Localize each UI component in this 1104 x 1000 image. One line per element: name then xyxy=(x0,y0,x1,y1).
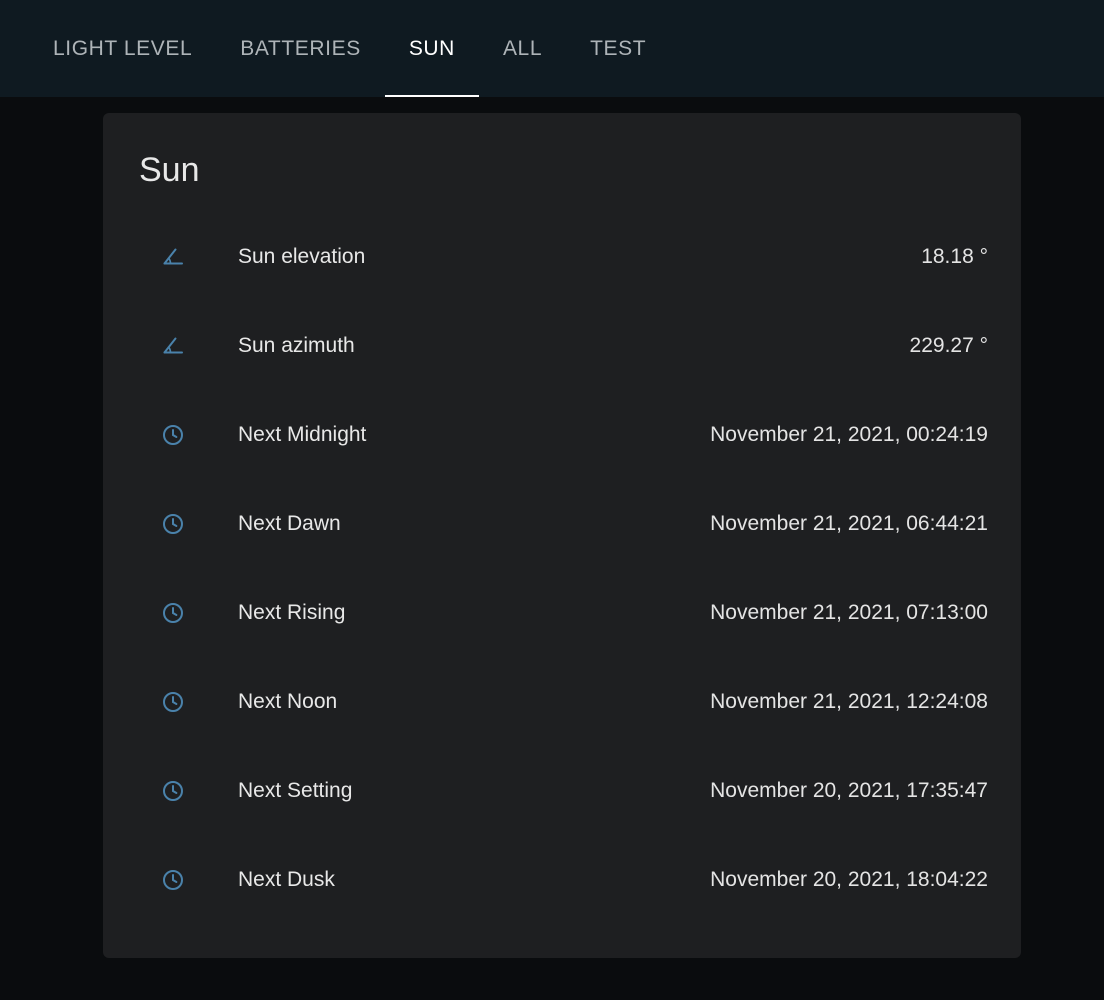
entity-label: Next Rising xyxy=(238,601,345,625)
clock-icon xyxy=(161,779,185,803)
entity-row-next-setting[interactable]: Next Setting November 20, 2021, 17:35:47 xyxy=(136,746,988,835)
entity-value: November 21, 2021, 00:24:19 xyxy=(710,423,988,447)
entity-value: November 21, 2021, 12:24:08 xyxy=(710,690,988,714)
entity-row-next-noon[interactable]: Next Noon November 21, 2021, 12:24:08 xyxy=(136,657,988,746)
entity-row-sun-elevation[interactable]: Sun elevation 18.18 ° xyxy=(136,212,988,301)
view-tab-bar: LIGHT LEVEL BATTERIES SUN ALL TEST xyxy=(0,0,1104,97)
clock-icon xyxy=(161,423,185,447)
entity-value: November 20, 2021, 17:35:47 xyxy=(710,779,988,803)
clock-icon xyxy=(161,601,185,625)
tab-all[interactable]: ALL xyxy=(479,0,566,97)
entity-label: Next Dusk xyxy=(238,868,335,892)
entity-label: Next Midnight xyxy=(238,423,366,447)
angle-icon xyxy=(161,245,185,269)
entity-value: November 21, 2021, 07:13:00 xyxy=(710,601,988,625)
clock-icon xyxy=(161,512,185,536)
entity-row-sun-azimuth[interactable]: Sun azimuth 229.27 ° xyxy=(136,301,988,390)
entity-value: 229.27 ° xyxy=(910,334,988,358)
entity-label: Next Setting xyxy=(238,779,352,803)
entity-value: 18.18 ° xyxy=(921,245,988,269)
clock-icon xyxy=(161,690,185,714)
tab-sun[interactable]: SUN xyxy=(385,0,479,97)
entity-label: Next Noon xyxy=(238,690,337,714)
entity-row-next-dusk[interactable]: Next Dusk November 20, 2021, 18:04:22 xyxy=(136,835,988,924)
entity-label: Sun elevation xyxy=(238,245,365,269)
entity-value: November 21, 2021, 06:44:21 xyxy=(710,512,988,536)
entity-row-next-rising[interactable]: Next Rising November 21, 2021, 07:13:00 xyxy=(136,568,988,657)
card-title: Sun xyxy=(136,143,988,212)
tab-test[interactable]: TEST xyxy=(566,0,670,97)
entity-row-next-midnight[interactable]: Next Midnight November 21, 2021, 00:24:1… xyxy=(136,390,988,479)
entity-value: November 20, 2021, 18:04:22 xyxy=(710,868,988,892)
sun-entities-card: Sun Sun elevation 18.18 ° Sun azimuth 22… xyxy=(103,113,1021,958)
angle-icon xyxy=(161,334,185,358)
entity-row-next-dawn[interactable]: Next Dawn November 21, 2021, 06:44:21 xyxy=(136,479,988,568)
clock-icon xyxy=(161,868,185,892)
tab-batteries[interactable]: BATTERIES xyxy=(216,0,385,97)
entity-label: Next Dawn xyxy=(238,512,341,536)
tab-light-level[interactable]: LIGHT LEVEL xyxy=(29,0,216,97)
entity-label: Sun azimuth xyxy=(238,334,355,358)
